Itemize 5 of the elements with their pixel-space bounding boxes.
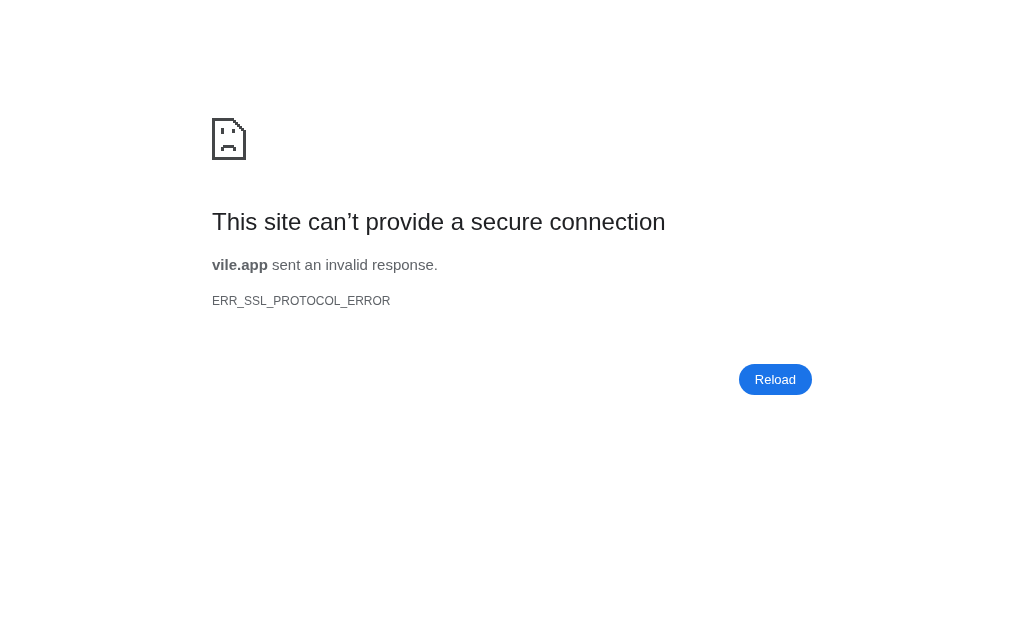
sad-page-icon bbox=[212, 118, 246, 160]
error-message: vile.app sent an invalid response. bbox=[212, 255, 438, 275]
reload-button[interactable]: Reload bbox=[738, 364, 812, 395]
error-heading: This site can’t provide a secure connection bbox=[212, 207, 666, 237]
error-code: ERR_SSL_PROTOCOL_ERROR bbox=[212, 293, 391, 309]
